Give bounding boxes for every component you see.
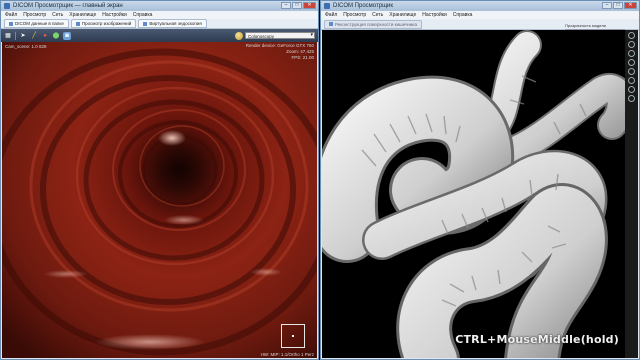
menu-help[interactable]: Справка [133, 12, 153, 18]
tab-label: Просмотр изображений [81, 21, 132, 26]
endoscope-icon [143, 21, 148, 26]
minimize-button[interactable]: – [281, 2, 291, 9]
maximize-button[interactable]: □ [292, 2, 302, 9]
menu-view[interactable]: Просмотр [343, 12, 366, 18]
preset-face-icon [235, 31, 243, 40]
app-icon [4, 3, 10, 9]
tab-surface-reconstruction[interactable]: Реконструкция поверхности кишечника [324, 19, 422, 29]
menu-storage[interactable]: Хранилище [69, 12, 96, 18]
fullscreen-icon[interactable] [628, 95, 635, 102]
mouse-hint-caption: CTRL+MouseMiddle(hold) [455, 333, 619, 346]
colon-interior-render [2, 42, 317, 358]
right-window-title: DICOM Просмотрщик [333, 3, 393, 9]
left-window: DICOM Просмотрщик — главный экран – □ ✕ … [0, 0, 319, 360]
image-icon [75, 21, 80, 26]
transparency-label: Прозрачность модели [565, 23, 606, 28]
menu-help[interactable]: Справка [453, 12, 473, 18]
menu-file[interactable]: Файл [5, 12, 17, 18]
minimize-button[interactable]: – [602, 2, 612, 9]
menu-storage[interactable]: Хранилище [389, 12, 416, 18]
fps-text: FPS: 21.00 [291, 55, 314, 60]
camera-icon[interactable]: ◙ [63, 31, 71, 40]
folder-icon [9, 21, 13, 26]
preset-select[interactable]: Colonoscopy [245, 32, 315, 39]
menu-settings[interactable]: Настройки [102, 12, 127, 18]
mode-info: HW: MIP: 1.1/Ortho 1 Perz [260, 352, 314, 357]
menu-network[interactable]: Сеть [372, 12, 383, 18]
left-toolbar: ▦ ➤ ╱ ● ⬤ ◙ Colonoscopy [1, 29, 318, 42]
tab-virtual-endoscopy[interactable]: Виртуальная эндоскопия [138, 19, 207, 28]
tab-image-view[interactable]: Просмотр изображений [70, 19, 137, 28]
pan-icon[interactable] [628, 41, 635, 48]
reset-view-icon[interactable] [628, 59, 635, 66]
left-menubar: Файл Просмотр Сеть Хранилище Настройки С… [1, 11, 318, 19]
navigation-widget[interactable] [281, 324, 305, 348]
right-titlebar: DICOM Просмотрщик – □ ✕ [321, 1, 639, 11]
close-button[interactable]: ✕ [303, 2, 316, 9]
endoscopy-viewport[interactable]: Cam_scene: 1.0 828 Render device: GeForc… [2, 42, 317, 358]
colon-surface-render [322, 30, 627, 358]
grid-icon[interactable]: ▦ [4, 32, 12, 40]
left-window-title: DICOM Просмотрщик — главный экран [13, 3, 123, 9]
close-button[interactable]: ✕ [624, 2, 637, 9]
menu-file[interactable]: Файл [325, 12, 337, 18]
right-window: DICOM Просмотрщик – □ ✕ Файл Просмотр Се… [320, 0, 640, 360]
zoom-icon[interactable] [628, 50, 635, 57]
left-titlebar: DICOM Просмотрщик — главный экран – □ ✕ [1, 1, 318, 11]
menu-settings[interactable]: Настройки [422, 12, 447, 18]
render-info: Render device: GeForce GTX 760 Zoom: 47.… [246, 43, 314, 61]
3d-colon-viewport[interactable]: CTRL+MouseMiddle(hold) [322, 30, 627, 358]
right-side-toolbar [625, 30, 638, 358]
left-tabbar: DICOM данные в папке Просмотр изображени… [1, 19, 318, 29]
screenshot-icon[interactable] [628, 77, 635, 84]
right-menubar: Файл Просмотр Сеть Хранилище Настройки С… [321, 11, 639, 19]
pointer-icon[interactable]: ➤ [19, 32, 27, 40]
toolbar-divider [15, 31, 16, 40]
app-icon [324, 3, 330, 9]
menu-view[interactable]: Просмотр [23, 12, 46, 18]
lighting-icon[interactable] [628, 68, 635, 75]
tab-label: Реконструкция поверхности кишечника [335, 21, 417, 27]
marker-icon[interactable]: ⬤ [52, 32, 60, 40]
menu-network[interactable]: Сеть [52, 12, 63, 18]
preset-group: Colonoscopy [235, 31, 315, 40]
tab-label: DICOM данные в папке [15, 21, 64, 26]
scene-info: Cam_scene: 1.0 828 [5, 44, 47, 49]
tab-dicom-folder[interactable]: DICOM данные в папке [4, 19, 69, 28]
maximize-button[interactable]: □ [613, 2, 623, 9]
settings-icon[interactable] [628, 86, 635, 93]
line-tool-icon[interactable]: ╱ [30, 32, 38, 40]
point-tool-icon[interactable]: ● [41, 32, 49, 40]
rotate-icon[interactable] [628, 32, 635, 39]
surface-icon [329, 22, 333, 26]
tab-label: Виртуальная эндоскопия [149, 21, 202, 26]
